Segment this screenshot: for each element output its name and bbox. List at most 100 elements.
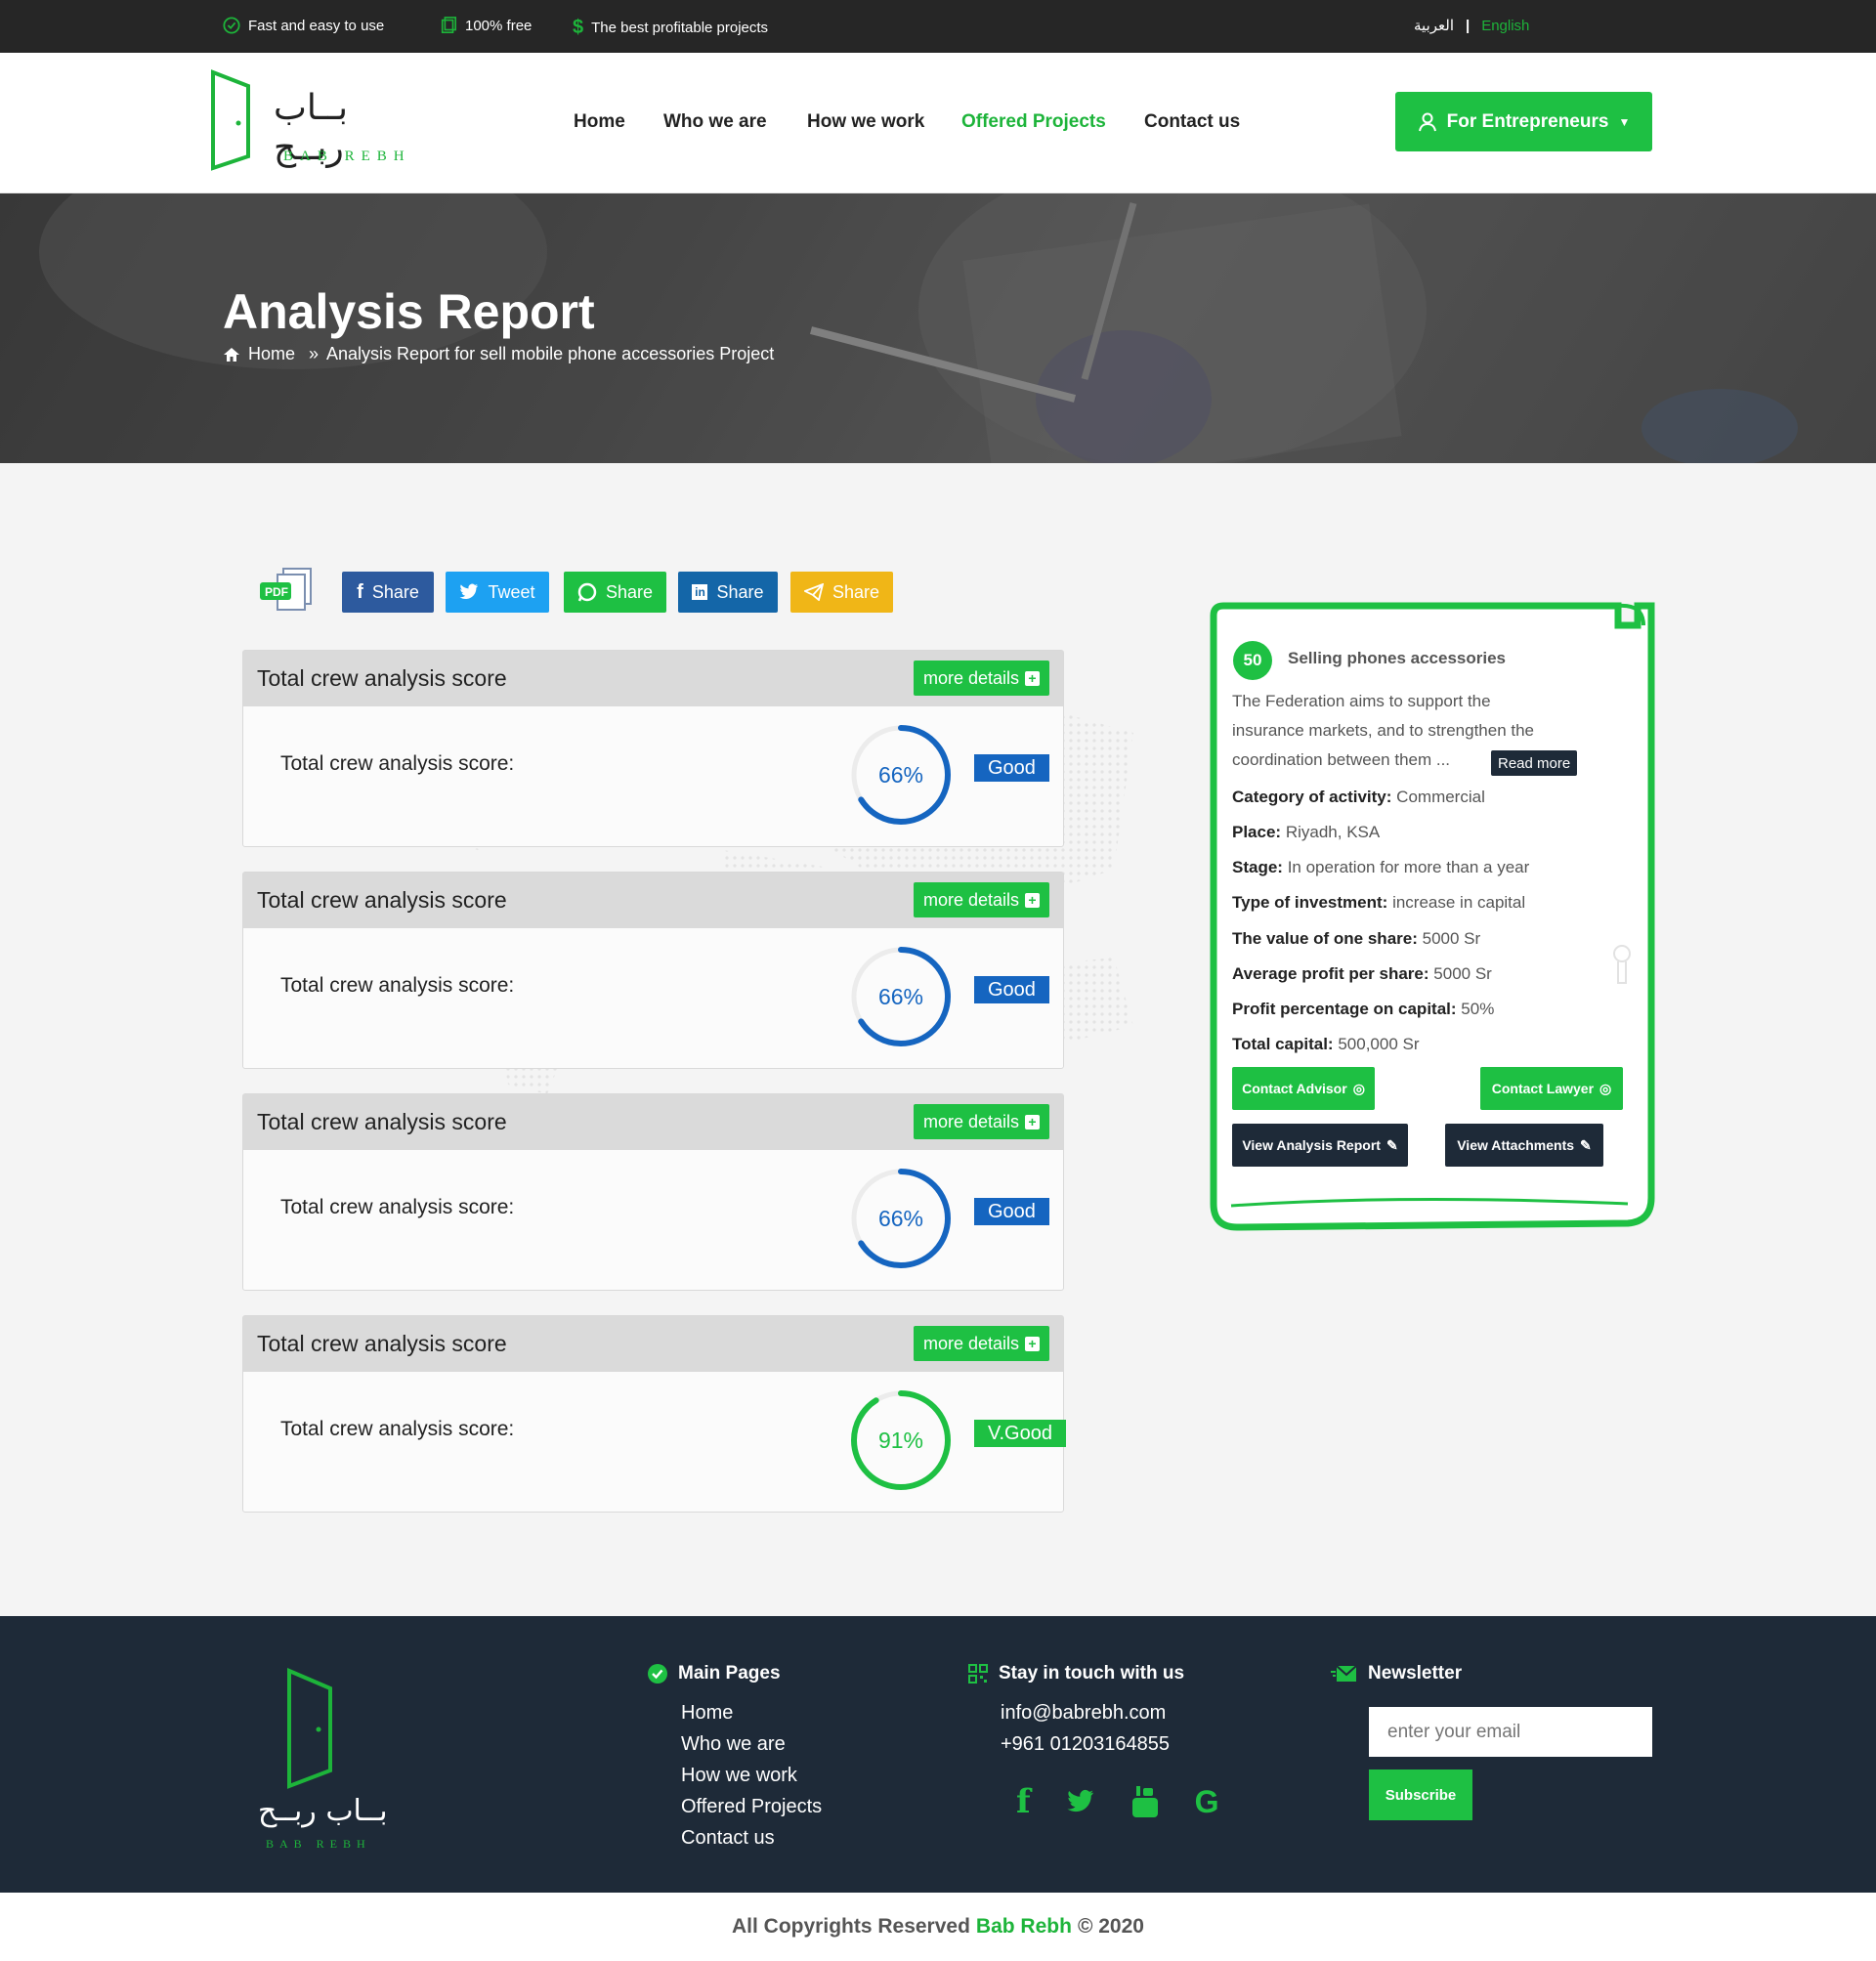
lang-separator: |: [1466, 17, 1471, 34]
share-telegram-button[interactable]: Share: [790, 572, 893, 613]
rating-badge: Good: [974, 754, 1049, 782]
project-profit: Average profit per share: 5000 Sr: [1232, 964, 1492, 984]
home-icon: [224, 347, 239, 362]
more-details-label: more details: [922, 1111, 1019, 1131]
more-details-button[interactable]: more details +: [913, 1104, 1049, 1139]
nav-how-we-work[interactable]: How we work: [807, 111, 924, 133]
footer: بــاب ربــح BAB REBH Main Pages Home Who…: [0, 1616, 1876, 1893]
breadcrumb-home[interactable]: Home: [248, 344, 295, 364]
google-icon[interactable]: G: [1195, 1784, 1219, 1820]
caret-down-icon: ▼: [1618, 114, 1631, 129]
facebook-icon[interactable]: f: [1016, 1782, 1031, 1821]
analysis-card: Total crew analysis score more details + To…: [242, 1315, 1066, 1513]
profit-value: 5000 Sr: [1433, 964, 1492, 983]
subscribe-button[interactable]: Subscribe: [1369, 1769, 1472, 1820]
project-investment: Type of investment: increase in capital: [1232, 893, 1525, 913]
footer-link-how-we-work[interactable]: How we work: [681, 1765, 797, 1787]
more-details-button[interactable]: more details +: [913, 882, 1049, 917]
copyright-brand[interactable]: Bab Rebh: [976, 1915, 1072, 1939]
place-value: Riyadh, KSA: [1285, 823, 1381, 841]
profit-label: Average profit per share:: [1232, 964, 1429, 983]
footer-link-offered-projects[interactable]: Offered Projects: [681, 1796, 822, 1818]
card-title: Total crew analysis score: [257, 887, 507, 913]
copyright-suffix: © 2020: [1077, 1915, 1144, 1938]
view-attachments-button[interactable]: View Attachments ✎: [1445, 1124, 1603, 1167]
card-title: Total crew analysis score: [257, 1109, 507, 1134]
share-whatsapp-button[interactable]: Share: [564, 572, 666, 613]
twitter-icon[interactable]: [1066, 1789, 1095, 1814]
contact-lawyer-label: Contact Lawyer: [1491, 1081, 1595, 1096]
feature-easy: Fast and easy to use: [223, 17, 384, 34]
feature-free: 100% free: [440, 17, 532, 34]
score-value: 91%: [877, 1427, 924, 1453]
category-value: Commercial: [1396, 788, 1485, 806]
footer-link-home[interactable]: Home: [681, 1702, 733, 1725]
score-label: Total crew analysis score:: [280, 1418, 515, 1440]
more-details-label: more details: [922, 889, 1019, 910]
score-value: 66%: [877, 983, 924, 1009]
project-desc-line2: insurance markets, and to strengthen the: [1232, 721, 1535, 740]
footer-newsletter-heading: Newsletter: [1331, 1663, 1462, 1684]
nav-who-we-are[interactable]: Who we are: [663, 111, 767, 133]
footer-link-contact-us[interactable]: Contact us: [681, 1827, 775, 1850]
analysis-card: Total crew analysis score more details + To…: [242, 650, 1064, 847]
contact-advisor-button[interactable]: Contact Advisor ◎: [1232, 1067, 1375, 1110]
card-header: Total crew analysis score more details +: [243, 651, 1063, 706]
share-facebook-label: Share: [371, 581, 419, 602]
whatsapp-icon: ◎: [1352, 1080, 1365, 1096]
plus-square-icon: +: [1025, 1336, 1040, 1351]
more-details-button[interactable]: more details +: [913, 1326, 1049, 1361]
score-label: Total crew analysis score:: [280, 974, 515, 997]
project-desc-line1: The Federation aims to support the: [1232, 692, 1491, 710]
paperclip-icon: ✎: [1580, 1136, 1592, 1153]
capital-label: Total capital:: [1232, 1035, 1334, 1053]
analysis-card: Total crew analysis score more details + To…: [242, 872, 1064, 1069]
check-circle-icon: [223, 17, 240, 34]
project-stage: Stage: In operation for more than a year: [1232, 858, 1529, 877]
place-label: Place:: [1232, 823, 1282, 841]
card-header: Total crew analysis score more details +: [243, 873, 1063, 928]
project-name[interactable]: Selling phones accessories: [1288, 649, 1506, 668]
footer-phone[interactable]: +961 01203164855: [1001, 1733, 1170, 1756]
youtube-icon[interactable]: [1130, 1784, 1160, 1819]
percentage-value: 50%: [1461, 1000, 1495, 1018]
share-facebook-button[interactable]: f Share: [342, 572, 434, 613]
door-logo-icon: [287, 1667, 332, 1789]
lang-arabic[interactable]: العربية: [1414, 17, 1454, 34]
breadcrumb-current: Analysis Report for sell mobile phone ac…: [326, 344, 775, 363]
newsletter-title: Newsletter: [1368, 1663, 1463, 1684]
entrepreneurs-label: For Entrepreneurs: [1446, 110, 1609, 132]
dollar-icon: $: [573, 17, 584, 38]
project-share-value: The value of one share: 5000 Sr: [1232, 929, 1480, 949]
investment-value: increase in capital: [1392, 893, 1526, 912]
view-analysis-report-button[interactable]: View Analysis Report ✎: [1232, 1124, 1408, 1167]
more-details-button[interactable]: more details +: [913, 661, 1049, 696]
footer-email[interactable]: info@babrebh.com: [1001, 1702, 1166, 1725]
view-analysis-report-label: View Analysis Report: [1242, 1137, 1381, 1153]
read-more-button[interactable]: Read more: [1491, 750, 1578, 776]
footer-link-who-we-are[interactable]: Who we are: [681, 1733, 786, 1756]
pdf-download[interactable]: PDF: [258, 567, 315, 616]
nav-home[interactable]: Home: [574, 111, 625, 133]
footer-logo[interactable]: بــاب ربــح BAB REBH: [256, 1665, 388, 1851]
card-title: Total crew analysis score: [257, 665, 507, 691]
logo[interactable]: بــاب ربــح BAB REBH: [209, 66, 414, 176]
share-twitter-button[interactable]: Tweet: [446, 572, 549, 613]
plus-square-icon: +: [1025, 892, 1040, 908]
money-icon: [441, 17, 457, 34]
nav-contact-us[interactable]: Contact us: [1144, 111, 1240, 133]
plus-square-icon: +: [1025, 670, 1040, 686]
nav-offered-projects[interactable]: Offered Projects: [961, 111, 1106, 133]
newsletter-email-input[interactable]: [1369, 1707, 1652, 1757]
entrepreneurs-button[interactable]: For Entrepreneurs ▼: [1395, 92, 1652, 151]
contact-lawyer-button[interactable]: Contact Lawyer ◎: [1480, 1067, 1623, 1110]
project-capital: Total capital: 500,000 Sr: [1232, 1035, 1420, 1054]
more-details-label: more details: [922, 667, 1019, 688]
lang-english[interactable]: English: [1481, 18, 1529, 34]
language-switch: العربية | English: [1414, 17, 1529, 35]
score-label: Total crew analysis score:: [280, 1196, 515, 1218]
feature-easy-text: Fast and easy to use: [248, 17, 385, 34]
share-linkedin-button[interactable]: in Share: [678, 572, 778, 613]
breadcrumb: Home » Analysis Report for sell mobile p…: [223, 344, 774, 364]
copyright-bar: All Copyrights Reserved Bab Rebh © 2020: [0, 1893, 1876, 1961]
